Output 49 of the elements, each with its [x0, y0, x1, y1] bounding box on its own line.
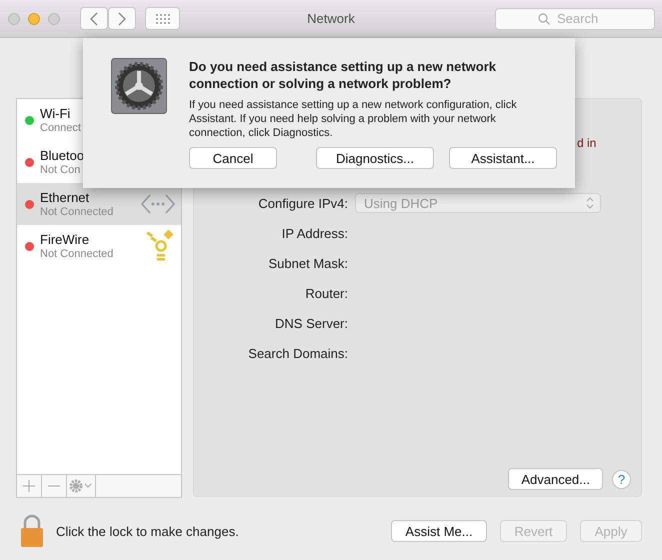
back-button[interactable]	[80, 7, 108, 30]
lock-message: Click the lock to make changes.	[56, 524, 239, 538]
status-text: d in	[577, 136, 596, 150]
grid-icon	[154, 12, 170, 24]
chevron-left-icon	[89, 12, 99, 26]
ethernet-icon	[141, 193, 175, 215]
field-label: Router:	[304, 286, 348, 300]
minimize-button[interactable]	[28, 12, 40, 24]
service-name: Ethernet	[40, 190, 90, 205]
field-label: IP Address:	[280, 226, 348, 240]
dialog-button[interactable]: Cancel	[189, 147, 277, 169]
action-menu-button[interactable]	[67, 475, 96, 497]
gear-icon	[111, 58, 167, 114]
plus-icon	[23, 480, 35, 492]
window-title: Network	[306, 11, 356, 26]
search-icon	[538, 12, 550, 24]
dialog-button[interactable]: Assistant...	[449, 147, 557, 169]
service-item[interactable]: Wi-Fi Connect	[17, 99, 181, 141]
footer-button[interactable]: Assist Me...	[391, 520, 487, 542]
dialog-button[interactable]: Diagnostics...	[316, 147, 434, 169]
field-label: Search Domains:	[247, 346, 348, 360]
field-label: Configure IPv4:	[257, 196, 348, 210]
zoom-button[interactable]	[48, 12, 60, 24]
advanced-button[interactable]: Advanced...	[508, 468, 603, 490]
service-status: Connect	[40, 122, 82, 134]
service-status: Not Con	[40, 164, 82, 176]
service-name: FireWire	[40, 232, 90, 247]
service-name: Wi-Fi	[40, 106, 72, 121]
chevron-right-icon	[117, 12, 127, 26]
dialog-title: Do you need assistance setting up a new network connection or solving a network problem?	[189, 58, 498, 92]
firewire-icon	[145, 230, 175, 262]
dialog-message: If you need assistance setting up a new network configuration, click Assistant. If you need help solving a problem with your network connection, click Diagnostics.	[189, 98, 518, 140]
gear-icon	[69, 479, 93, 493]
service-status: Not Connected	[40, 248, 114, 260]
service-item[interactable]: Ethernet Not Connected	[17, 183, 181, 225]
updown-icon	[586, 197, 594, 209]
field-label: Subnet Mask:	[268, 256, 348, 270]
service-status: Not Connected	[40, 206, 114, 218]
show-all-button[interactable]	[145, 7, 180, 30]
search-field[interactable]: Search	[495, 8, 655, 30]
service-name: Bluetoo	[40, 148, 86, 163]
service-item[interactable]: FireWire Not Connected	[17, 225, 181, 267]
forward-button[interactable]	[108, 7, 136, 30]
service-item[interactable]: Bluetoo Not Con	[17, 141, 181, 183]
lock-icon	[20, 514, 44, 548]
field-label: DNS Server:	[274, 316, 348, 330]
help-button[interactable]: ?	[612, 470, 631, 488]
close-button[interactable]	[8, 12, 20, 24]
minus-icon	[48, 485, 60, 487]
